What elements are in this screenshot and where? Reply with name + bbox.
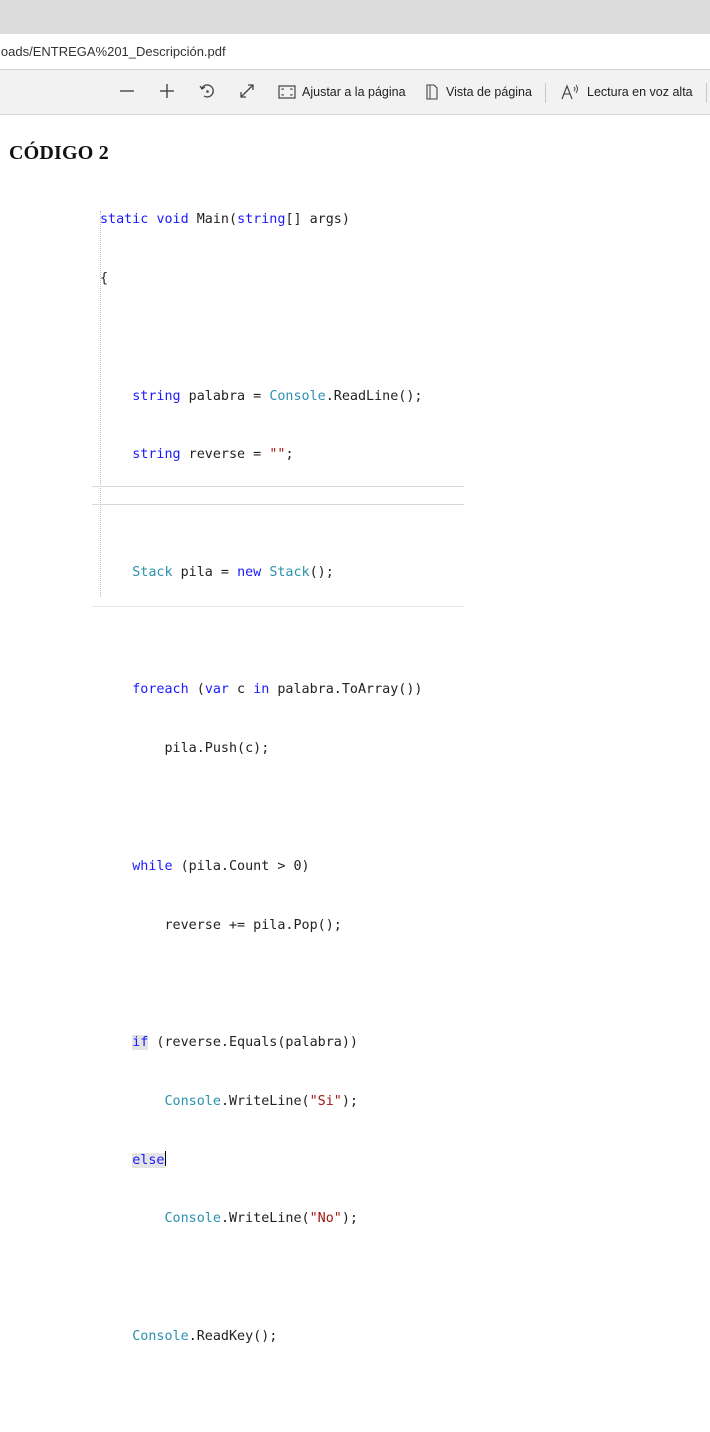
code-line: string reverse = "";	[100, 445, 423, 465]
rotate-icon	[198, 82, 216, 100]
zoom-in-button[interactable]	[155, 79, 179, 103]
minus-icon	[118, 82, 136, 100]
code-token: new	[237, 564, 262, 580]
code-token: if	[132, 1035, 149, 1051]
code-token: .ReadKey();	[188, 1329, 278, 1345]
code-token: c	[229, 682, 254, 698]
code-line: Console.WriteLine("Si");	[100, 1092, 423, 1112]
code-line: string palabra = Console.ReadLine();	[100, 387, 423, 407]
read-aloud-icon	[561, 84, 581, 100]
code-line: Console.WriteLine("No");	[100, 1209, 423, 1229]
code-token: string	[132, 447, 181, 463]
code-token: pila =	[172, 564, 238, 580]
code-token: while	[132, 858, 173, 874]
pdf-toolbar: Ajustar a la página Vista de página Lect…	[0, 70, 710, 115]
code-line: if (reverse.Equals(palabra))	[100, 1033, 423, 1053]
address-url[interactable]: loads/ENTREGA%201_Descripción.pdf	[0, 44, 226, 59]
code-token: string	[132, 388, 181, 404]
code-token: pila.Push(c);	[164, 741, 270, 757]
code-token: (pila.Count > 0)	[172, 858, 310, 874]
code-token: palabra =	[180, 388, 270, 404]
code-token: "Si"	[309, 1093, 342, 1109]
code-token: else	[132, 1152, 165, 1168]
code-token: ();	[309, 564, 334, 580]
code-token: string	[237, 212, 286, 228]
code-token: ;	[285, 447, 294, 463]
code-token: {	[100, 270, 109, 286]
code-token: (reverse.Equals(palabra))	[148, 1035, 358, 1051]
code-token: Stack	[269, 564, 310, 580]
code-line: reverse += pila.Pop();	[100, 916, 423, 936]
code-line: Stack pila = new Stack();	[100, 563, 423, 583]
code-token: Console	[269, 388, 326, 404]
page-view-label: Vista de página	[446, 85, 532, 99]
code-block: static void Main(string[] args) { string…	[100, 171, 423, 1432]
code-token: .WriteLine(	[220, 1211, 310, 1227]
code-token: reverse += pila.Pop();	[164, 917, 342, 933]
read-aloud-label: Lectura en voz alta	[587, 85, 693, 99]
text-caret	[164, 1150, 166, 1166]
code-token: );	[341, 1093, 358, 1109]
code-token: static	[100, 212, 149, 228]
fit-page-label: Ajustar a la página	[302, 85, 406, 99]
pdf-page: CÓDIGO 2 static void Main(string[] args)…	[0, 115, 710, 1344]
code-line: {	[100, 269, 423, 289]
code-token: (	[188, 682, 205, 698]
code-token: ""	[269, 447, 286, 463]
document-heading: CÓDIGO 2	[9, 142, 109, 164]
code-token: foreach	[132, 682, 189, 698]
browser-tab-strip	[0, 0, 710, 34]
code-token: Console	[132, 1329, 189, 1345]
code-token: .WriteLine(	[220, 1093, 310, 1109]
expand-icon	[238, 82, 256, 100]
code-line: pila.Push(c);	[100, 739, 423, 759]
code-line: foreach (var c in palabra.ToArray())	[100, 680, 423, 700]
fit-page-icon	[278, 85, 296, 99]
fullscreen-button[interactable]	[235, 79, 259, 103]
code-line: while (pila.Count > 0)	[100, 857, 423, 877]
code-token: Stack	[132, 564, 173, 580]
page-view-icon	[424, 84, 440, 100]
toolbar-edge-divider	[706, 83, 707, 103]
code-token: var	[204, 682, 229, 698]
code-line: Console.ReadKey();	[100, 1327, 423, 1347]
code-token: in	[253, 682, 270, 698]
code-token: "No"	[309, 1211, 342, 1227]
page-view-button[interactable]: Vista de página	[424, 81, 532, 103]
code-token: .ReadLine();	[325, 388, 423, 404]
toolbar-separator	[545, 83, 546, 103]
fit-page-button[interactable]: Ajustar a la página	[278, 81, 406, 103]
code-token: );	[341, 1211, 358, 1227]
code-token: palabra.ToArray())	[269, 682, 423, 698]
rotate-button[interactable]	[195, 79, 219, 103]
code-token: void	[156, 212, 189, 228]
read-aloud-button[interactable]: Lectura en voz alta	[561, 81, 693, 103]
code-token: Main(	[188, 212, 238, 228]
code-line-current: else	[100, 1150, 423, 1171]
code-token: Console	[164, 1093, 221, 1109]
code-line: static void Main(string[] args)	[100, 210, 423, 230]
code-token: Console	[164, 1211, 221, 1227]
plus-icon	[158, 82, 176, 100]
code-token: reverse =	[180, 447, 270, 463]
code-token: [] args)	[285, 212, 350, 228]
zoom-out-button[interactable]	[115, 79, 139, 103]
address-bar[interactable]: loads/ENTREGA%201_Descripción.pdf	[0, 34, 710, 70]
